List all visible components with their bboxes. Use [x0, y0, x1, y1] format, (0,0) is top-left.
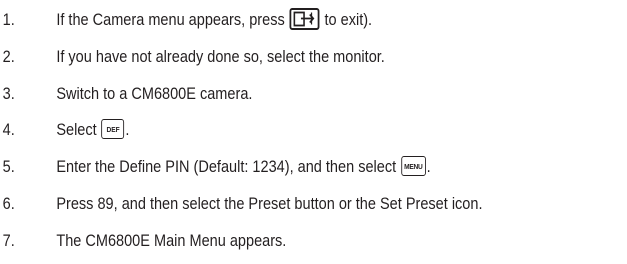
- step-7: 7. The CM6800E Main Menu appears.: [0, 223, 552, 260]
- step-5: 5. Enter the Define PIN (Default: 1234),…: [0, 149, 552, 186]
- step-number: 2.: [2, 47, 15, 66]
- step-text: Press 89, and then select the Preset but…: [56, 194, 483, 213]
- step-text-before: Enter the Define PIN (Default: 1234), an…: [56, 158, 397, 177]
- step-2: 2. If you have not already done so, sele…: [0, 39, 552, 76]
- step-number: 4.: [2, 121, 15, 140]
- step-text: Switch to a CM6800E camera.: [56, 84, 253, 103]
- step-text-before: Select: [56, 121, 97, 140]
- def-key-icon: DEF: [101, 119, 125, 140]
- step-number: 3.: [2, 84, 15, 103]
- step-text-after: .: [426, 158, 431, 177]
- step-3: 3. Switch to a CM6800E camera.: [0, 76, 552, 113]
- menu-key-icon: MENU: [401, 155, 426, 176]
- instruction-steps: 1. If the Camera menu appears, press to …: [0, 2, 627, 260]
- step-number: 5.: [2, 158, 15, 177]
- step-1: 1. If the Camera menu appears, press to …: [0, 2, 552, 39]
- step-text: Enter the Define PIN (Default: 1234), an…: [56, 149, 431, 185]
- step-text-before: If the Camera menu appears, press: [56, 11, 285, 29]
- step-6: 6. Press 89, and then select the Preset …: [0, 186, 552, 223]
- step-text-after: to exit).: [324, 11, 373, 29]
- exit-key-icon: [289, 7, 320, 30]
- step-text: Select DEF.: [56, 112, 129, 148]
- step-number: 6.: [2, 194, 15, 213]
- step-text: If you have not already done so, select …: [56, 47, 385, 66]
- step-number: 7.: [2, 231, 15, 250]
- step-number: 1.: [2, 11, 15, 29]
- step-text-after: .: [125, 121, 130, 140]
- step-4: 4. Select DEF.: [0, 112, 552, 149]
- exit-icon: [293, 11, 315, 27]
- step-text: The CM6800E Main Menu appears.: [56, 231, 287, 250]
- step-text: If the Camera menu appears, press to exi…: [56, 2, 372, 38]
